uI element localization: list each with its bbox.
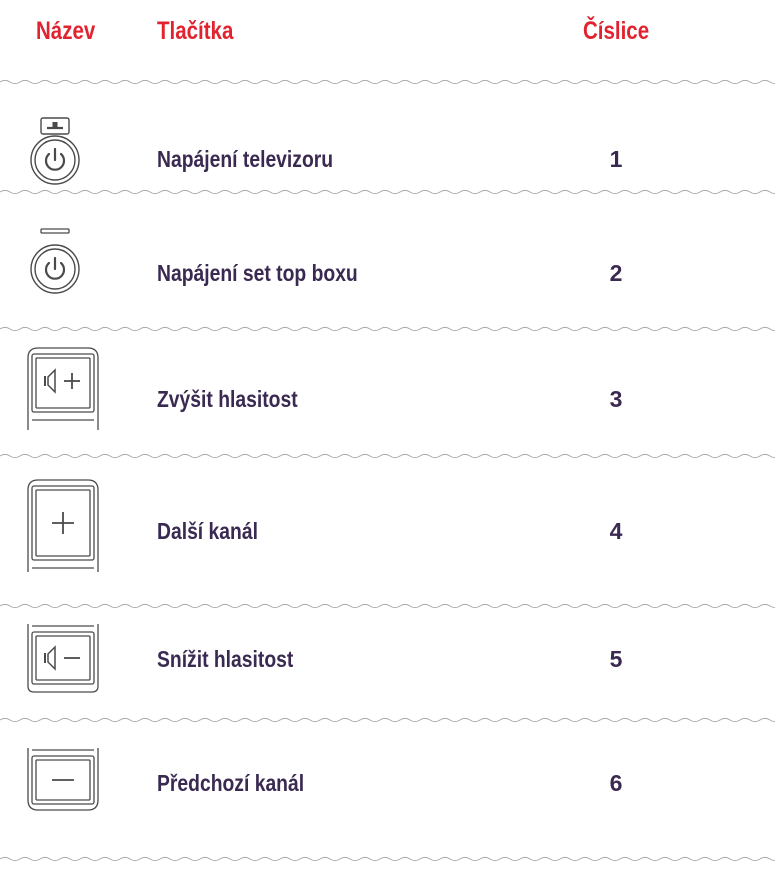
stb-power-icon [14,218,114,328]
channel-down-icon [14,728,114,838]
table-row: Další kanál 4 [0,476,775,586]
table-row: Snížit hlasitost 5 [0,604,775,714]
button-digit: 4 [609,518,623,544]
button-label: Zvýšit hlasitost [157,386,298,412]
wavy-divider [0,76,775,88]
button-digit: 6 [609,770,623,796]
button-digit: 2 [609,260,623,286]
table-row: Napájení televizoru 1 [0,104,775,214]
wavy-divider [0,714,775,726]
channel-up-icon [14,476,114,586]
header-button: Tlačítka [157,17,234,45]
button-digit: 5 [609,646,623,672]
button-digit: 3 [609,386,623,412]
wavy-divider [0,853,775,865]
header-digit: Číslice [583,17,650,45]
table-row: Předchozí kanál 6 [0,728,775,838]
button-label: Snížit hlasitost [157,646,294,672]
tv-power-icon [14,104,114,214]
table-row: Zvýšit hlasitost 3 [0,344,775,454]
volume-up-icon [14,344,114,454]
button-label: Napájení set top boxu [157,260,358,286]
volume-down-icon [14,604,114,714]
button-label: Předchozí kanál [157,770,305,796]
header-name: Název [36,17,96,45]
button-digit: 1 [609,146,623,172]
button-label: Napájení televizoru [157,146,334,172]
button-label: Další kanál [157,518,258,544]
table-row: Napájení set top boxu 2 [0,218,775,328]
